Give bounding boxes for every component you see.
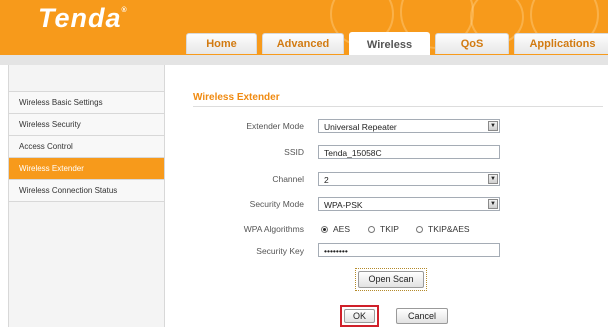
main-panel: Wireless Extender Extender Mode Universa… [175,65,608,327]
header-divider-band [0,55,608,65]
radio-aes-label: AES [333,224,351,234]
main-nav-tabs: Home Advanced Wireless QoS Applications [186,32,608,55]
sidebar-item-wireless-basic-settings[interactable]: Wireless Basic Settings [9,92,164,114]
section-divider [193,106,603,107]
sidebar-top-spacer [9,65,164,92]
sidebar: Wireless Basic Settings Wireless Securit… [8,65,165,327]
tab-wireless[interactable]: Wireless [349,32,430,55]
radio-tkip-aes[interactable]: TKIP&AES [416,224,470,234]
ok-button[interactable]: OK [344,309,375,323]
radio-aes[interactable]: AES [321,224,350,234]
radio-unselected-icon[interactable] [368,225,375,233]
chevron-down-icon[interactable]: ▼ [488,121,498,131]
radio-tkip-label: TKIP [380,224,399,234]
security-mode-label: Security Mode [249,199,304,209]
security-mode-select[interactable]: WPA-PSK ▼ [318,197,500,211]
security-key-label: Security Key [256,246,304,256]
channel-value: 2 [324,175,329,185]
tenda-logo: Tenda® [38,3,128,34]
tab-advanced[interactable]: Advanced [262,33,344,54]
sidebar-item-wireless-connection-status[interactable]: Wireless Connection Status [9,180,164,202]
sidebar-item-wireless-security[interactable]: Wireless Security [9,114,164,136]
radio-tkip[interactable]: TKIP [368,224,399,234]
security-mode-value: WPA-PSK [324,200,363,210]
logo-text: Tenda [38,3,122,33]
radio-tkip-aes-label: TKIP&AES [428,224,470,234]
security-key-input[interactable]: •••••••• [318,243,500,257]
ssid-input[interactable]: Tenda_15058C [318,145,500,159]
sidebar-item-wireless-extender[interactable]: Wireless Extender [9,158,164,180]
chevron-down-icon[interactable]: ▼ [488,174,498,184]
cancel-button[interactable]: Cancel [396,308,448,324]
ssid-label: SSID [284,147,304,157]
registered-mark: ® [121,7,128,14]
open-scan-button[interactable]: Open Scan [358,271,424,288]
channel-select[interactable]: 2 ▼ [318,172,500,186]
tab-qos[interactable]: QoS [435,33,509,54]
tab-home[interactable]: Home [186,33,257,54]
extender-mode-label: Extender Mode [246,121,304,131]
section-title: Wireless Extender [193,92,280,103]
wpa-algorithms-label: WPA Algorithms [243,224,304,234]
tab-applications[interactable]: Applications [514,33,608,54]
chevron-down-icon[interactable]: ▼ [488,199,498,209]
radio-selected-icon[interactable] [321,225,328,233]
header-bar: Tenda® Home Advanced Wireless QoS Applic… [0,0,608,55]
radio-unselected-icon[interactable] [416,225,423,233]
sidebar-item-access-control[interactable]: Access Control [9,136,164,158]
channel-label: Channel [272,174,304,184]
extender-mode-value: Universal Repeater [324,122,397,132]
extender-mode-select[interactable]: Universal Repeater ▼ [318,119,500,133]
